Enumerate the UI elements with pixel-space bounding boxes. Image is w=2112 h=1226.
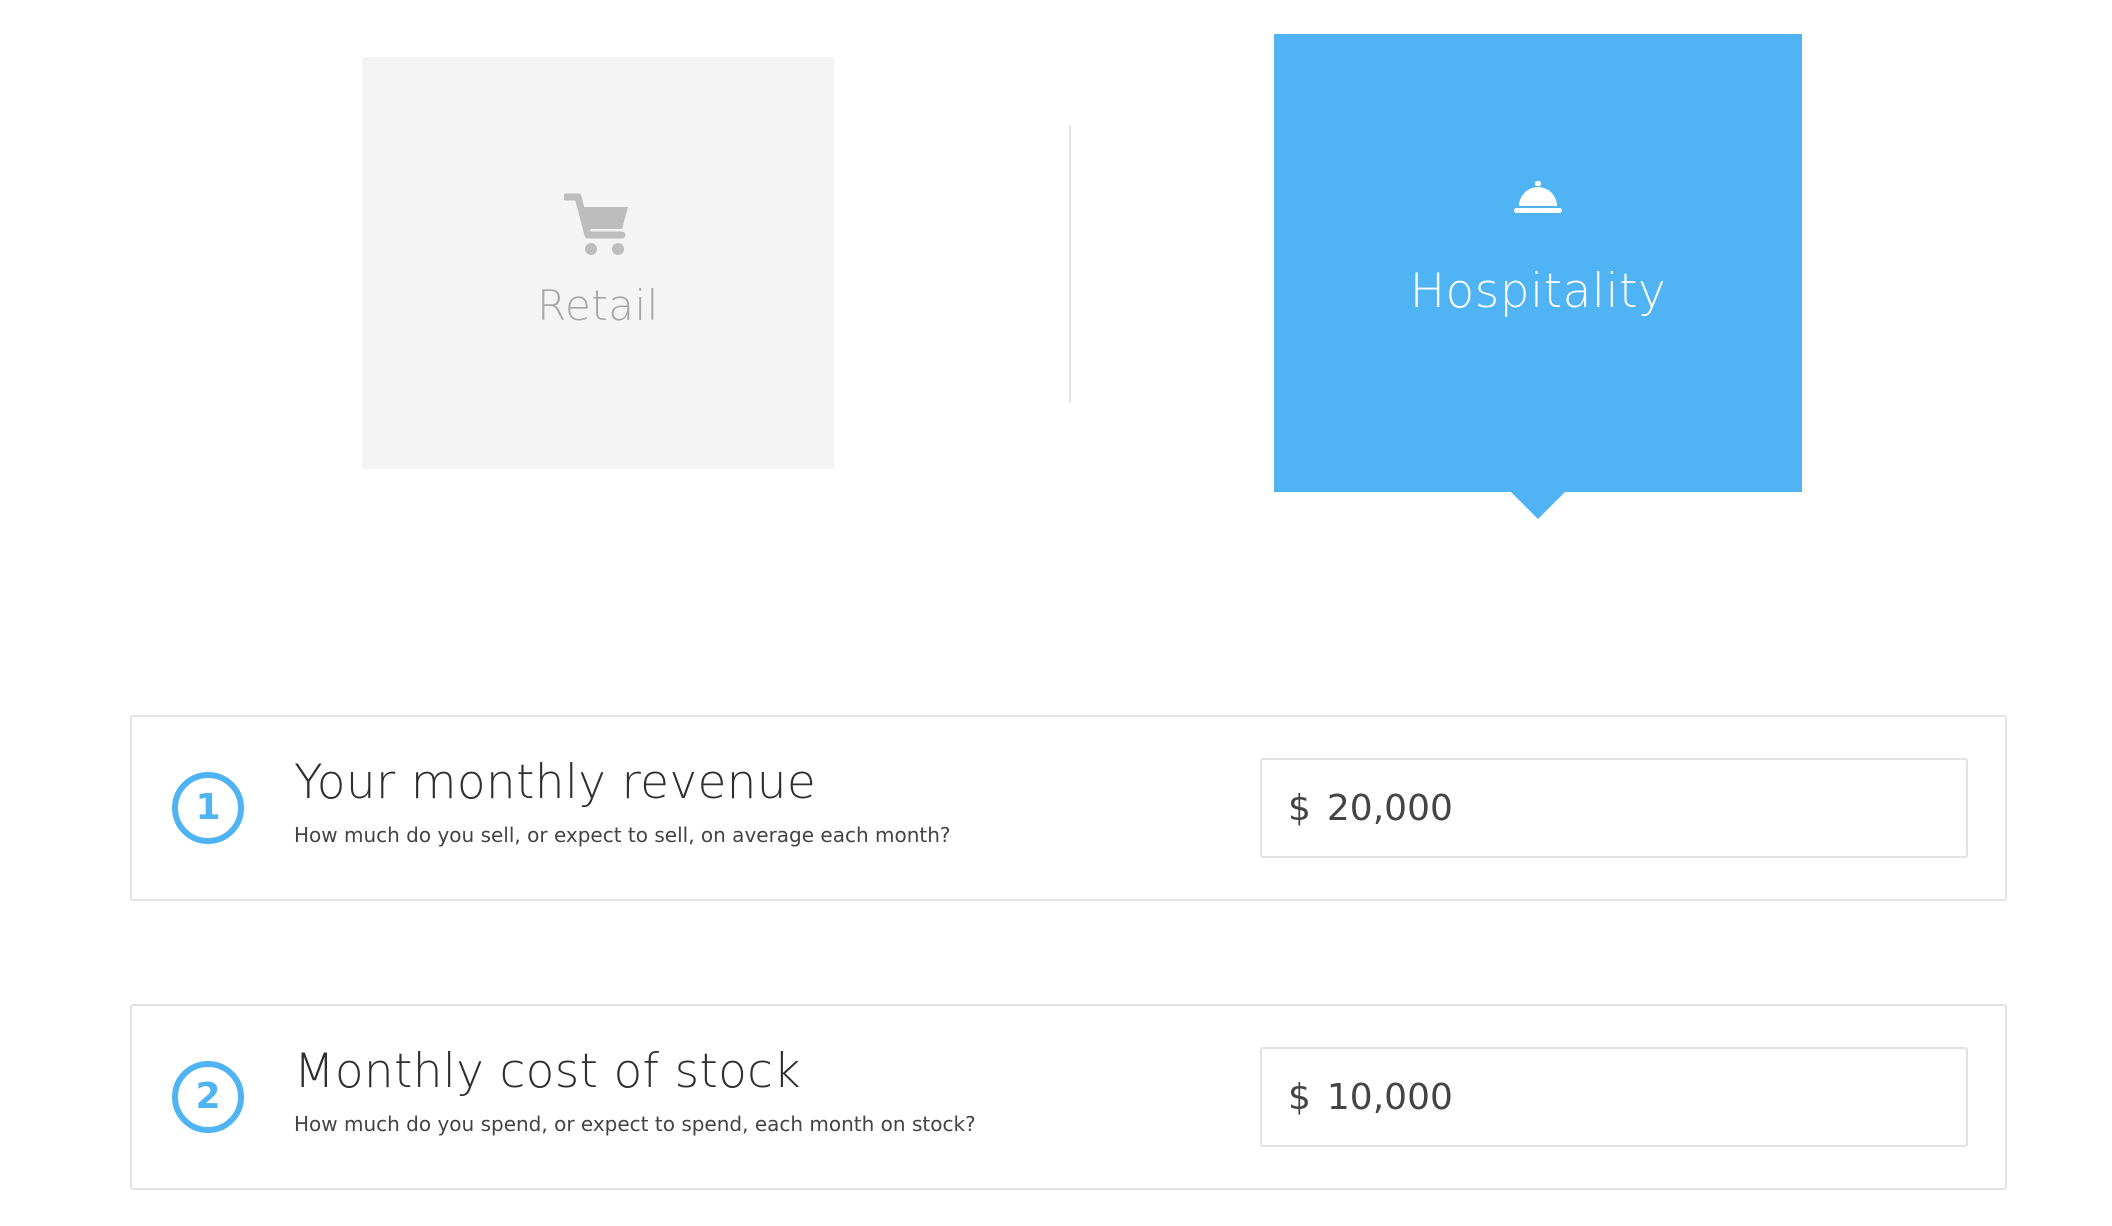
currency-symbol: $ [1288,787,1311,829]
question-title: Your monthly revenue [294,755,817,810]
retail-label: Retail [537,280,659,330]
hospitality-option[interactable]: Hospitality [1274,34,1802,492]
shopping-cart-icon [564,193,628,255]
stock-cost-amount-field[interactable]: $ [1260,1047,1968,1147]
option-divider [1069,125,1071,403]
question-subtitle: How much do you spend, or expect to spen… [294,1112,976,1136]
question-title: Monthly cost of stock [294,1044,801,1099]
stock-cost-input[interactable] [1326,1076,1927,1118]
revenue-amount-field[interactable]: $ [1260,758,1968,858]
hospitality-label: Hospitality [1409,263,1667,319]
retail-option[interactable]: Retail [362,57,834,469]
step-number-badge: 2 [172,1061,244,1133]
stock-cost-question-card: 2 Monthly cost of stock How much do you … [130,1004,2007,1190]
question-subtitle: How much do you sell, or expect to sell,… [294,823,951,847]
revenue-input[interactable] [1326,787,1927,829]
revenue-question-card: 1 Your monthly revenue How much do you s… [130,715,2007,901]
currency-symbol: $ [1288,1076,1311,1118]
service-bell-icon [1514,180,1562,213]
step-number-badge: 1 [172,772,244,844]
selected-pointer [1510,491,1566,519]
